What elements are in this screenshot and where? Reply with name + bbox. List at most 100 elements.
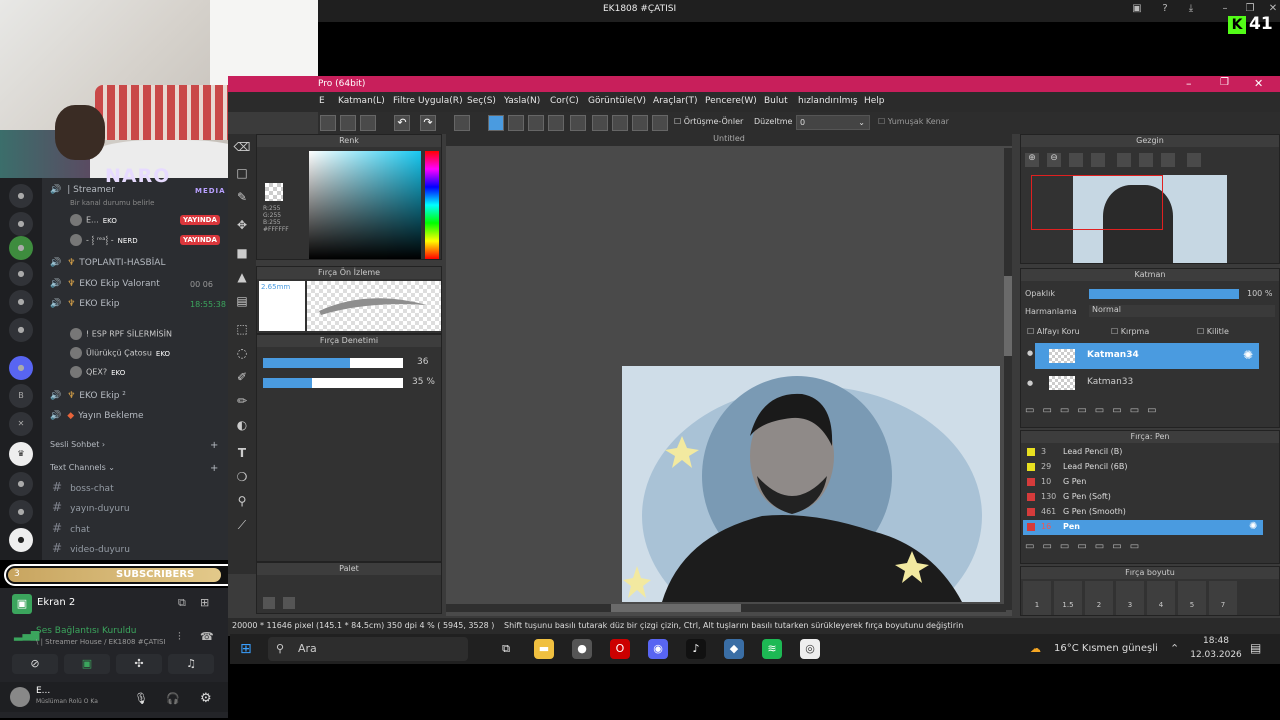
palette-add-icon[interactable] bbox=[263, 597, 275, 609]
category-text[interactable]: Text Channels ⌄ bbox=[50, 463, 115, 472]
brush-settings-icon[interactable]: ✺ bbox=[1249, 521, 1257, 532]
menu-layer[interactable]: Katman(L) bbox=[338, 96, 385, 106]
spotify-icon[interactable]: ≋ bbox=[762, 639, 782, 659]
voice-user[interactable]: - ⸾ ʳᵉᵃ⸾ - NERD bbox=[70, 234, 138, 246]
voice-user[interactable]: ! ESP RPF SİLERMİSİN bbox=[70, 328, 172, 340]
hue-slider[interactable] bbox=[425, 151, 439, 259]
voice-channel[interactable]: 🔊 ◆ Yayın Bekleme bbox=[50, 411, 144, 421]
eraser-tool-icon[interactable]: ⌫ bbox=[233, 138, 251, 156]
noise-suppression-icon[interactable]: ⫶ bbox=[178, 630, 181, 644]
brush-item[interactable]: 29 Lead Pencil (6B) bbox=[1023, 460, 1263, 475]
lasso-tool-icon[interactable]: ◌ bbox=[233, 344, 251, 362]
zoom-in-icon[interactable]: ⊕ bbox=[1025, 153, 1039, 167]
correction-select[interactable]: 0 ⌄ bbox=[796, 115, 870, 130]
brush-item[interactable]: 461 G Pen (Smooth) bbox=[1023, 505, 1263, 520]
navigator-viewport[interactable] bbox=[1031, 175, 1163, 230]
app-icon[interactable]: ● bbox=[572, 639, 592, 659]
open-file-icon[interactable] bbox=[340, 115, 356, 131]
size-preset[interactable]: 1.5 bbox=[1054, 581, 1082, 615]
text-channel[interactable]: # video-duyuru bbox=[52, 541, 130, 555]
disconnect-icon[interactable]: ☎ bbox=[200, 630, 214, 643]
menu-filter[interactable]: Filtre Uygula(R) bbox=[393, 96, 463, 106]
layer-row-selected[interactable]: Katman34 ✺ bbox=[1035, 343, 1259, 369]
camera-button[interactable]: ⊘ bbox=[12, 654, 58, 674]
size-preset[interactable]: 7 bbox=[1209, 581, 1237, 615]
size-preset[interactable]: 1 bbox=[1023, 581, 1051, 615]
eyedropper-tool-icon[interactable]: ⚲ bbox=[233, 492, 251, 510]
current-color-swatch[interactable] bbox=[265, 183, 283, 201]
tray-chevron-icon[interactable]: ⌃ bbox=[1170, 642, 1179, 655]
brush-tool-icon[interactable]: ✐ bbox=[233, 368, 251, 386]
size-preset[interactable]: 4 bbox=[1147, 581, 1175, 615]
canvas-tab[interactable]: Untitled bbox=[446, 134, 1012, 146]
lasso-icon[interactable] bbox=[612, 115, 628, 131]
fit-icon[interactable] bbox=[1069, 153, 1083, 167]
tiktok-icon[interactable]: ♪ bbox=[686, 639, 706, 659]
bucket-tool-icon[interactable]: ▲ bbox=[233, 268, 251, 286]
rotate-left-icon[interactable] bbox=[1117, 153, 1131, 167]
text-channel[interactable]: # yayın-duyuru bbox=[52, 500, 130, 514]
voice-channel[interactable]: 🔊 ♆ EKO Ekip Valorant bbox=[50, 279, 160, 289]
voice-channel[interactable]: 🔊 ♆ EKO Ekip ² bbox=[50, 391, 126, 401]
blend-mode-select[interactable]: Normal bbox=[1089, 305, 1275, 317]
balloon-tool-icon[interactable]: ❍ bbox=[233, 468, 251, 486]
gradient-tool-icon[interactable]: ▤ bbox=[233, 292, 251, 310]
category-voice[interactable]: Sesli Sohbet › bbox=[50, 440, 105, 449]
palette-delete-icon[interactable] bbox=[283, 597, 295, 609]
clock-time[interactable]: 18:48 bbox=[1186, 636, 1246, 646]
popout-icon[interactable]: ⧉ bbox=[178, 596, 186, 610]
stream-settings-icon[interactable]: ⊞ bbox=[200, 596, 209, 609]
text-tool-icon[interactable]: T bbox=[233, 444, 251, 462]
soundboard-button[interactable]: ♫ bbox=[168, 654, 214, 674]
windows-start-icon[interactable]: ⊞ bbox=[240, 641, 256, 657]
overlap-checkbox[interactable]: ☐ Örtüşme-Önler bbox=[674, 117, 743, 126]
server-icon[interactable]: ● bbox=[9, 356, 33, 380]
text-channel[interactable]: # chat bbox=[52, 521, 90, 535]
menu-select[interactable]: Seç(S) bbox=[467, 96, 496, 106]
artwork-canvas[interactable] bbox=[622, 366, 1000, 602]
menu-window[interactable]: Pencere(W) bbox=[705, 96, 757, 106]
menu-color[interactable]: Cor(C) bbox=[550, 96, 579, 106]
brush-item-selected[interactable]: 16 Pen ✺ bbox=[1023, 520, 1263, 535]
soft-edge-checkbox[interactable]: ☐ Yumuşak Kenar bbox=[878, 117, 949, 126]
brush-size-slider[interactable] bbox=[263, 358, 403, 368]
flip-icon[interactable] bbox=[1139, 153, 1153, 167]
selection-tool-icon[interactable]: ⬚ bbox=[233, 320, 251, 338]
reset-rotation-icon[interactable] bbox=[1187, 153, 1201, 167]
help-icon[interactable]: ? bbox=[1158, 3, 1172, 17]
server-icon[interactable]: ● bbox=[9, 500, 33, 524]
discord-icon[interactable]: ◉ bbox=[648, 639, 668, 659]
close-icon[interactable]: ✕ bbox=[1254, 77, 1263, 90]
redo-icon[interactable]: ↷ bbox=[420, 115, 436, 131]
settings-icon[interactable] bbox=[652, 115, 668, 131]
brush-item[interactable]: 10 G Pen bbox=[1023, 475, 1263, 490]
layer-actions-toolbar[interactable]: ▭▭▭▭▭▭▭▭ bbox=[1025, 405, 1215, 419]
rectangle-tool-icon[interactable]: □ bbox=[233, 164, 251, 182]
opera-icon[interactable]: O bbox=[610, 639, 630, 659]
server-icon[interactable]: B bbox=[9, 384, 33, 408]
server-icon[interactable]: ● bbox=[9, 236, 33, 260]
layer-opacity-slider[interactable] bbox=[1089, 289, 1239, 299]
server-icon[interactable]: ● bbox=[9, 318, 33, 342]
circle-icon[interactable] bbox=[592, 115, 608, 131]
server-icon[interactable]: ● bbox=[9, 528, 33, 552]
layer-settings-icon[interactable]: ✺ bbox=[1243, 348, 1253, 362]
alpha-lock-checkbox[interactable]: ☐ Alfayı Koru bbox=[1027, 327, 1080, 336]
brush-item[interactable]: 130 G Pen (Soft) bbox=[1023, 490, 1263, 505]
server-icon[interactable]: ● bbox=[9, 262, 33, 286]
brush-item[interactable]: 3 Lead Pencil (B) bbox=[1023, 445, 1263, 460]
add-channel-icon[interactable]: + bbox=[210, 440, 218, 451]
fill-rect-icon[interactable]: ■ bbox=[233, 244, 251, 262]
picture-in-picture-icon[interactable]: ▣ bbox=[1130, 3, 1144, 17]
lock-checkbox[interactable]: ☐ Kilitle bbox=[1197, 327, 1229, 336]
menu-view[interactable]: Görüntüle(V) bbox=[588, 96, 646, 106]
download-icon[interactable]: ⤓ bbox=[1184, 3, 1198, 17]
user-avatar[interactable] bbox=[10, 687, 30, 707]
menu-help[interactable]: Help bbox=[864, 96, 885, 106]
server-icon[interactable]: ● bbox=[9, 184, 33, 208]
app-icon[interactable]: ◆ bbox=[724, 639, 744, 659]
layer-visibility-icon[interactable]: ● bbox=[1027, 379, 1033, 387]
voice-user[interactable]: E... EKO bbox=[70, 214, 117, 226]
pen-tool-icon[interactable]: ✎ bbox=[233, 188, 251, 206]
clear-selection-icon[interactable] bbox=[454, 115, 470, 131]
